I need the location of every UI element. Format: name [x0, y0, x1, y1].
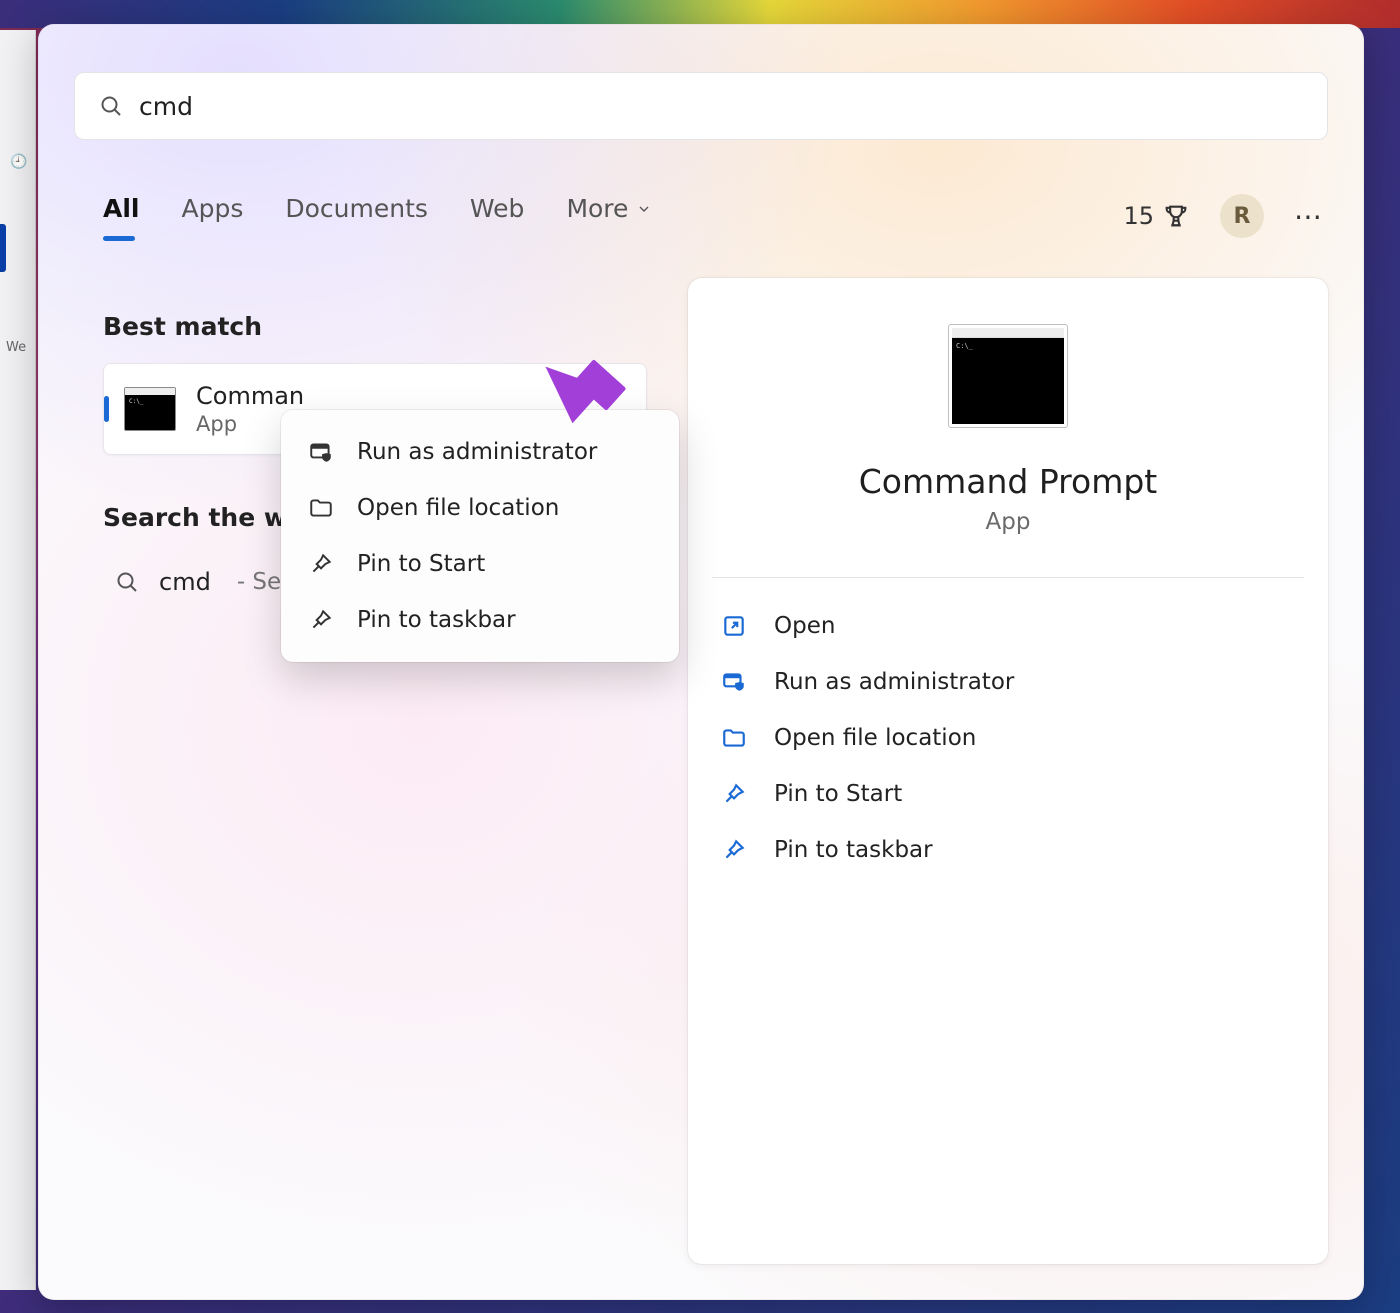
- action-label: Open file location: [774, 725, 976, 751]
- filter-tabs: All Apps Documents Web More: [103, 194, 652, 239]
- rewards-indicator[interactable]: 15: [1123, 202, 1190, 230]
- action-open-file-location[interactable]: Open file location: [716, 710, 1300, 766]
- folder-icon: [307, 494, 335, 522]
- action-label: Pin to taskbar: [774, 837, 933, 863]
- open-icon: [720, 612, 748, 640]
- header-right: 15 R ⋯: [1123, 194, 1324, 238]
- result-title: Comman: [196, 382, 304, 410]
- action-label: Run as administrator: [774, 669, 1014, 695]
- admin-shield-icon: [720, 668, 748, 696]
- detail-subtitle: App: [716, 509, 1300, 535]
- ctx-pin-to-start[interactable]: Pin to Start: [289, 536, 671, 592]
- pin-icon: [720, 836, 748, 864]
- action-open[interactable]: Open: [716, 598, 1300, 654]
- command-prompt-large-icon: C:\_: [948, 324, 1068, 428]
- tab-apps[interactable]: Apps: [182, 194, 244, 239]
- tab-more[interactable]: More: [566, 194, 652, 239]
- web-hint: - Se: [237, 569, 281, 595]
- tab-more-label: More: [566, 194, 628, 223]
- web-query: cmd: [159, 568, 211, 596]
- divider: [712, 577, 1304, 578]
- pin-icon: [307, 550, 335, 578]
- partial-text: We: [6, 340, 26, 355]
- chevron-down-icon: [636, 201, 652, 217]
- windows-search-panel: cmd All Apps Documents Web More 15 R ⋯ B…: [38, 24, 1364, 1300]
- context-menu: Run as administrator Open file location …: [281, 410, 679, 662]
- selection-indicator: [0, 224, 6, 272]
- tab-all[interactable]: All: [103, 194, 140, 239]
- action-label: Pin to Start: [774, 781, 902, 807]
- avatar-initial: R: [1234, 204, 1251, 229]
- action-run-as-administrator[interactable]: Run as administrator: [716, 654, 1300, 710]
- folder-icon: [720, 724, 748, 752]
- desktop-background: 🕘 We cmd All Apps Documents Web More 15 …: [0, 0, 1400, 1313]
- user-avatar[interactable]: R: [1220, 194, 1264, 238]
- best-match-heading: Best match: [103, 312, 647, 341]
- pin-icon: [720, 780, 748, 808]
- partially-visible-window: 🕘 We: [0, 30, 36, 1290]
- trophy-icon: [1162, 202, 1190, 230]
- ctx-label: Pin to Start: [357, 551, 485, 577]
- clock-icon: 🕘: [10, 154, 27, 170]
- search-bar[interactable]: cmd: [74, 72, 1328, 140]
- search-input[interactable]: cmd: [139, 92, 1303, 121]
- ctx-pin-to-taskbar[interactable]: Pin to taskbar: [289, 592, 671, 648]
- ctx-open-file-location[interactable]: Open file location: [289, 480, 671, 536]
- action-label: Open: [774, 613, 835, 639]
- search-icon: [99, 94, 123, 118]
- tab-documents[interactable]: Documents: [285, 194, 428, 239]
- search-icon: [115, 570, 139, 594]
- action-pin-to-taskbar[interactable]: Pin to taskbar: [716, 822, 1300, 878]
- tab-web[interactable]: Web: [470, 194, 525, 239]
- detail-panel: C:\_ Command Prompt App Open Run as admi…: [688, 278, 1328, 1264]
- ctx-label: Open file location: [357, 495, 559, 521]
- pin-icon: [307, 606, 335, 634]
- rewards-count: 15: [1123, 202, 1154, 230]
- more-options-button[interactable]: ⋯: [1294, 200, 1324, 233]
- admin-shield-icon: [307, 438, 335, 466]
- ctx-run-as-administrator[interactable]: Run as administrator: [289, 424, 671, 480]
- ctx-label: Run as administrator: [357, 439, 597, 465]
- ctx-label: Pin to taskbar: [357, 607, 516, 633]
- command-prompt-icon: C:\_: [124, 387, 176, 431]
- detail-title: Command Prompt: [716, 462, 1300, 501]
- action-pin-to-start[interactable]: Pin to Start: [716, 766, 1300, 822]
